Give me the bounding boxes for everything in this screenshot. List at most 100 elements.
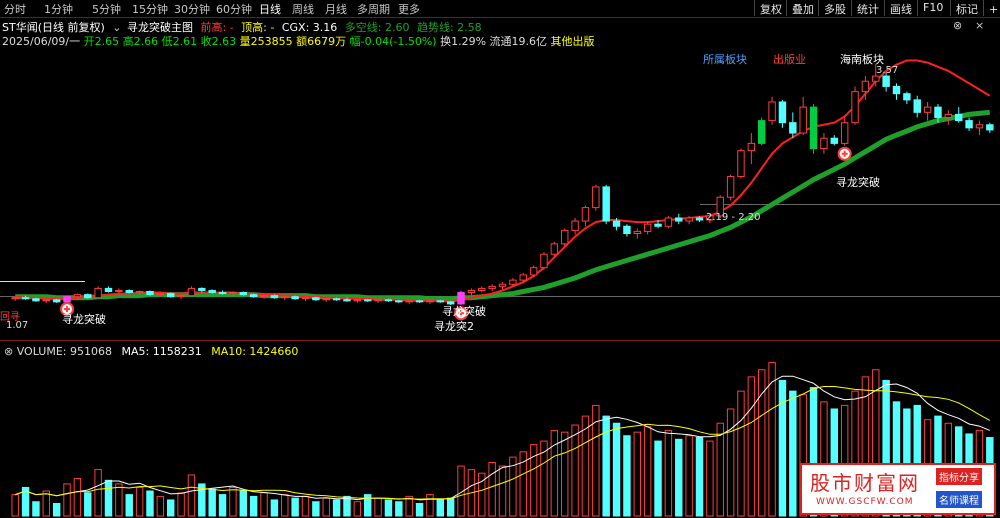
volume-bar — [789, 390, 797, 517]
tab-30min[interactable]: 30分钟 — [174, 1, 210, 17]
mark-button[interactable]: 标记 — [950, 0, 983, 16]
volume-bar — [395, 501, 403, 517]
candle-body — [509, 279, 517, 285]
peak-price-label: 3.57 — [876, 65, 898, 76]
quote-low: 低2.61 — [161, 35, 198, 48]
candle-body — [84, 294, 92, 299]
candle-body — [872, 75, 880, 82]
volume-bar — [135, 486, 144, 517]
quote-amount: 额6679万 — [296, 35, 347, 48]
quote-change: 幅-0.04(-1.50%) — [349, 35, 437, 48]
candle-body — [903, 93, 911, 101]
candle-body — [63, 296, 71, 303]
breakout-marker-3 — [837, 146, 852, 161]
candle-body — [778, 101, 787, 124]
close-icon[interactable]: × — [975, 19, 984, 32]
tab-more[interactable]: 更多 — [398, 1, 420, 17]
volume-bar — [706, 440, 714, 517]
candle-body — [664, 217, 673, 227]
tab-monthly[interactable]: 月线 — [325, 1, 347, 17]
candle-body — [643, 223, 652, 232]
volume-bar — [426, 494, 434, 517]
volume-bar — [664, 429, 673, 517]
volume-bar — [270, 499, 279, 517]
settings-icon[interactable]: ⊗ — [953, 19, 962, 32]
volume-bar — [757, 369, 766, 517]
candle-body — [809, 106, 818, 150]
statistics-button[interactable]: 统计 — [851, 0, 884, 16]
candle-body — [384, 299, 393, 302]
volume-bar — [281, 494, 289, 517]
volume-header: ⊗ VOLUME: 951068 MA5: 1158231 MA10: 1424… — [4, 345, 298, 358]
candle-body — [281, 296, 289, 299]
tab-fenshi[interactable]: 分时 — [4, 1, 26, 17]
candle-body — [581, 207, 590, 222]
sector-label-3[interactable]: 海南板块 — [840, 52, 884, 66]
draw-line-button[interactable]: 画线 — [884, 0, 917, 16]
tab-weekly[interactable]: 周线 — [292, 1, 314, 17]
quote-sector-link[interactable]: 其他出版 — [551, 35, 595, 48]
breakout-marker-2-cross — [458, 310, 465, 317]
f10-button[interactable]: F10 — [917, 0, 948, 16]
tab-1min[interactable]: 1分钟 — [44, 1, 73, 17]
candle-body — [94, 287, 102, 299]
volume-bar — [529, 444, 538, 517]
candle-body — [291, 296, 299, 300]
candle-body — [426, 300, 434, 303]
volume-bar — [726, 408, 735, 517]
sector-label-2[interactable]: 出版业 — [773, 52, 806, 66]
candle-body — [405, 300, 413, 303]
breakout-marker-2 — [454, 306, 469, 321]
overlay-button[interactable]: 叠加 — [786, 0, 819, 16]
tab-60min[interactable]: 60分钟 — [216, 1, 252, 17]
ma5-value: MA5: 1158231 — [121, 345, 202, 358]
candle-body — [146, 291, 154, 296]
tab-15min[interactable]: 15分钟 — [132, 1, 168, 17]
volume-bar — [488, 461, 496, 517]
volume-bar — [623, 435, 631, 517]
candle-body — [592, 186, 600, 209]
multi-stock-button[interactable]: 多股 — [818, 0, 851, 16]
cgx-line-red — [15, 59, 991, 303]
volume-bar — [42, 490, 51, 517]
volume-bar — [467, 469, 476, 517]
candle-body — [270, 295, 279, 299]
candle-body — [260, 295, 268, 298]
volume-bar — [363, 494, 372, 517]
watermark-title: 股市财富网 — [810, 471, 920, 495]
volume-settings-icon[interactable]: ⊗ — [4, 345, 13, 358]
volume-bar — [540, 440, 548, 517]
volume-bar — [415, 503, 424, 517]
tab-multi-period[interactable]: 多周期 — [357, 1, 390, 17]
tab-daily[interactable]: 日线 — [259, 1, 281, 17]
candle-body — [529, 267, 538, 276]
volume-bar — [612, 422, 621, 517]
candle-body — [467, 289, 476, 294]
candle-body — [478, 287, 486, 291]
candle-body — [32, 298, 40, 302]
restore-right-button[interactable]: 复权 — [754, 0, 787, 16]
add-watchlist-button[interactable]: +自 — [983, 0, 1000, 16]
candle-body — [851, 91, 859, 124]
candle-body — [726, 176, 735, 198]
candle-body — [623, 225, 631, 234]
breakout-marker-1 — [60, 302, 75, 317]
candle-body — [695, 217, 704, 221]
candle-body — [198, 287, 206, 291]
volume-bar — [695, 437, 704, 517]
quote-turnover: 换1.29% — [440, 35, 487, 48]
volume-bar — [146, 490, 154, 517]
period-toolbar: 分时 1分钟 5分钟 15分钟 30分钟 60分钟 日线 周线 月线 多周期 更… — [0, 0, 1000, 18]
volume-bar — [747, 376, 756, 517]
left-tag-label: 回寻 — [0, 311, 20, 323]
candle-body — [218, 292, 227, 295]
candle-body — [820, 137, 828, 150]
volume-bar — [768, 362, 776, 517]
candle-body — [892, 85, 901, 95]
kline-chart[interactable]: 所属板块 出版业 海南板块 3.57 2.19 - 2.20 1.07 回寻 寻… — [0, 0, 1000, 518]
candle-body — [913, 99, 921, 113]
tab-5min[interactable]: 5分钟 — [92, 1, 121, 17]
candle-body — [685, 217, 693, 222]
sector-label-1[interactable]: 所属板块 — [703, 52, 747, 66]
candle-body — [934, 106, 942, 119]
